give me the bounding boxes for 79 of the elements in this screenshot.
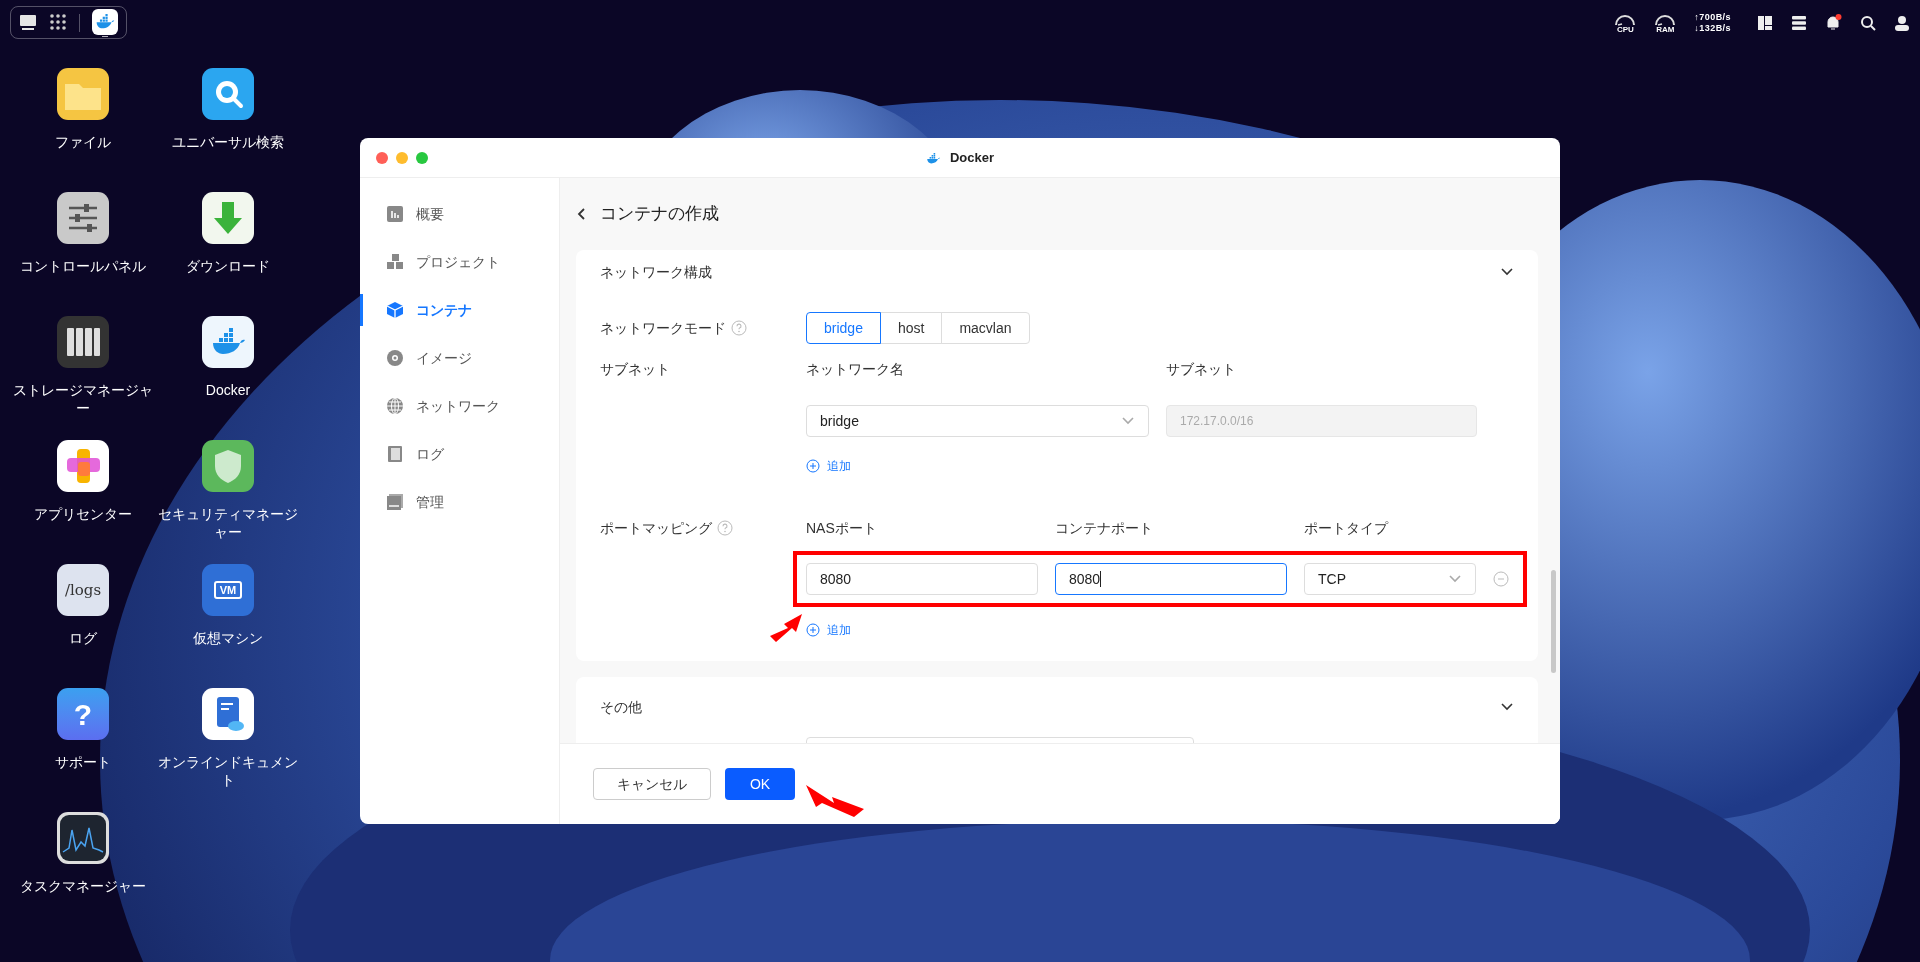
back-icon[interactable] xyxy=(576,207,586,221)
sidebar-item[interactable]: ネットワーク xyxy=(360,384,559,428)
docker-icon[interactable] xyxy=(92,8,118,35)
app-label[interactable]: 仮想マシン xyxy=(158,629,298,647)
upload-speed: ↑700B/s xyxy=(1694,11,1731,23)
app-label[interactable]: アプリセンター xyxy=(13,505,153,523)
field-label: ネットワークモード xyxy=(600,318,726,338)
search-icon[interactable] xyxy=(1860,14,1876,31)
app-label[interactable]: ユニバーサル検索 xyxy=(158,133,298,151)
app-grid-icon[interactable] xyxy=(49,12,67,31)
app-label[interactable]: ダウンロード xyxy=(158,257,298,275)
mode-option[interactable]: host xyxy=(879,312,943,344)
desktop-icon[interactable] xyxy=(19,12,37,31)
magnifier-icon xyxy=(202,68,254,120)
column-header: ネットワーク名 xyxy=(806,359,905,379)
download-speed: ↓132B/s xyxy=(1694,22,1731,34)
document-cloud-icon xyxy=(202,688,254,740)
app-label[interactable]: タスクマネージャー xyxy=(13,877,153,895)
drive-bays-icon xyxy=(57,316,109,368)
column-header: ポートタイプ xyxy=(1304,518,1390,538)
port-input[interactable]: 8080 xyxy=(806,563,1038,595)
mode-option[interactable]: macvlan xyxy=(941,312,1030,344)
sidebar-item[interactable]: コンテナ xyxy=(360,288,559,332)
user-icon[interactable] xyxy=(1894,14,1910,31)
log-file-icon: /logs xyxy=(57,564,109,616)
add-link[interactable]: 追加 xyxy=(806,457,851,475)
bar-chart-icon xyxy=(386,205,404,223)
chart-icon xyxy=(57,812,109,864)
docker-icon xyxy=(925,150,942,165)
close-button[interactable] xyxy=(376,151,388,164)
sidebar-item[interactable]: プロジェクト xyxy=(360,240,559,284)
sidebar-item[interactable]: ログ xyxy=(360,432,559,476)
app-label[interactable]: Docker xyxy=(158,381,298,399)
help-icon: ? xyxy=(57,688,109,740)
ram-label: RAM xyxy=(1656,25,1675,34)
bell-icon[interactable] xyxy=(1825,14,1842,31)
column-header: サブネット xyxy=(1166,359,1236,379)
globe-icon xyxy=(386,397,404,415)
column-header: NASポート xyxy=(806,518,878,538)
cube-icon xyxy=(386,301,404,319)
app-label[interactable]: ファイル xyxy=(13,133,153,151)
add-link[interactable]: 追加 xyxy=(806,621,851,639)
stack-icon xyxy=(386,493,404,511)
app-label[interactable]: コントロールパネル xyxy=(13,257,153,275)
app-label[interactable]: セキュリティマネージャー xyxy=(158,505,298,541)
monitor-icon: VM xyxy=(202,564,254,616)
sidebar-item[interactable]: イメージ xyxy=(360,336,559,380)
field-label: ポートマッピング xyxy=(600,518,712,538)
field-label: サブネット xyxy=(600,359,670,379)
mode-option[interactable]: bridge xyxy=(806,312,881,344)
port-type-select[interactable]: TCP xyxy=(1304,563,1476,595)
sidebar-item[interactable]: 管理 xyxy=(360,480,559,524)
ok-button[interactable]: OK xyxy=(725,768,795,800)
app-label[interactable]: オンラインドキュメント xyxy=(158,753,298,789)
sliders-icon xyxy=(57,192,109,244)
plus-icon xyxy=(806,459,820,473)
section-title: その他 xyxy=(600,697,642,717)
app-blocks-icon xyxy=(57,440,109,492)
book-icon xyxy=(386,445,404,463)
cubes-icon xyxy=(386,253,404,271)
cancel-button[interactable]: キャンセル xyxy=(593,768,711,800)
app-label[interactable]: サポート xyxy=(13,753,153,771)
folder-icon xyxy=(57,68,109,120)
sidebar-item[interactable]: 概要 xyxy=(360,192,559,236)
whale-icon xyxy=(202,316,254,368)
cpu-label: CPU xyxy=(1616,25,1634,34)
server-list-icon[interactable] xyxy=(1791,14,1807,31)
disc-icon xyxy=(386,349,404,367)
window-title: Docker xyxy=(949,148,995,167)
page-title: コンテナの作成 xyxy=(600,203,719,226)
app-label[interactable]: ストレージマネージャー xyxy=(13,381,153,417)
plus-icon xyxy=(806,623,820,637)
column-header: コンテナポート xyxy=(1055,518,1154,538)
app-label[interactable]: ログ xyxy=(13,629,153,647)
section-title: ネットワーク構成 xyxy=(600,262,712,282)
port-input[interactable]: 8080 xyxy=(1055,563,1287,595)
network-select[interactable]: bridge xyxy=(806,405,1149,437)
shield-icon xyxy=(202,440,254,492)
layout-icon[interactable] xyxy=(1757,14,1773,31)
